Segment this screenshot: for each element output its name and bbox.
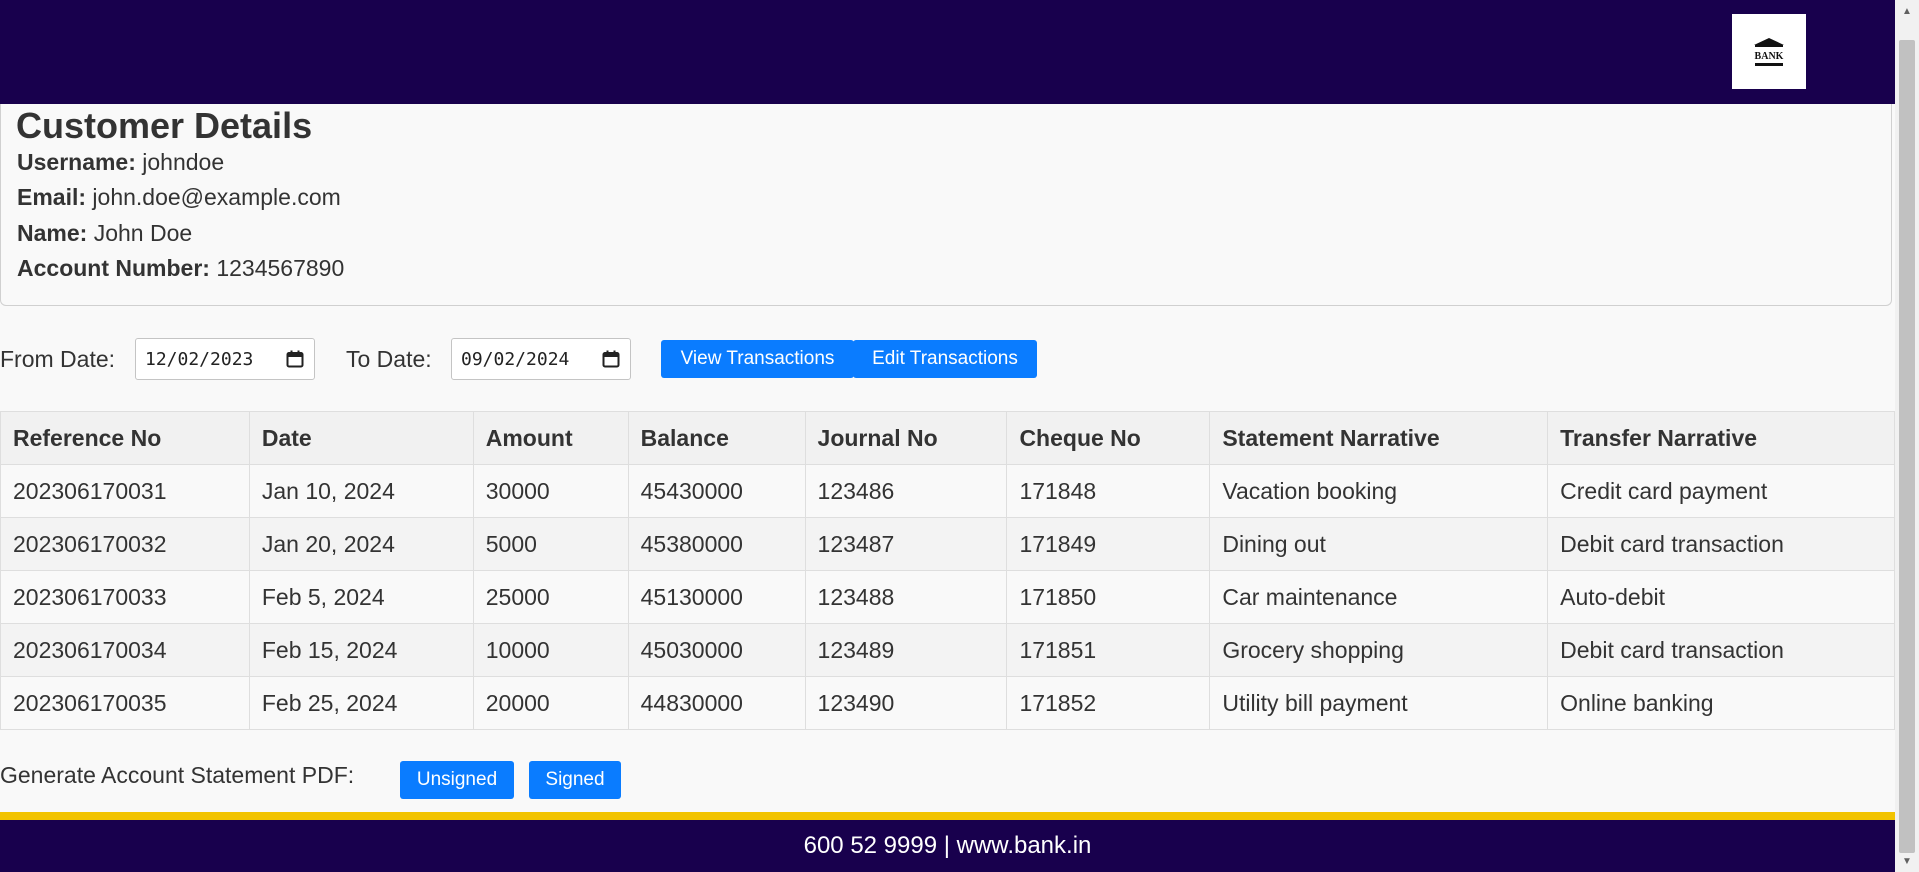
table-cell: Utility bill payment: [1209, 676, 1549, 730]
table-cell: 202306170032: [0, 517, 250, 571]
column-header: Journal No: [804, 411, 1008, 465]
table-cell: 123490: [804, 676, 1008, 730]
column-header: Transfer Narrative: [1547, 411, 1895, 465]
bank-building-icon: BANK: [1754, 37, 1784, 66]
table-row: 202306170034 Feb 15, 2024 10000 45030000…: [0, 623, 1895, 677]
column-header: Balance: [627, 411, 806, 465]
username-value: johndoe: [142, 149, 225, 175]
table-cell: 20000: [472, 676, 629, 730]
table-cell: 171850: [1006, 570, 1211, 624]
table-cell: 123486: [804, 464, 1008, 518]
username-line: Username: johndoe: [17, 148, 224, 176]
name-label: Name:: [17, 220, 88, 246]
table-row: 202306170031 Jan 10, 2024 30000 45430000…: [0, 464, 1895, 518]
table-cell: 171851: [1006, 623, 1211, 677]
top-header: BANK: [0, 0, 1895, 104]
pdf-generation-row: Generate Account Statement PDF: Unsigned…: [0, 759, 700, 799]
table-cell: Online banking: [1547, 676, 1895, 730]
calendar-icon[interactable]: [286, 350, 304, 368]
table-cell: Vacation booking: [1209, 464, 1549, 518]
email-line: Email: john.doe@example.com: [17, 183, 341, 211]
page: BANK Customer Details Username: johndoe …: [0, 0, 1895, 872]
to-date-value: 09/02/2024: [461, 348, 570, 370]
table-cell: 45380000: [627, 517, 806, 571]
to-date-label: To Date:: [346, 346, 432, 372]
account-number-label: Account Number:: [17, 255, 210, 281]
transactions-table: Reference No Date Amount Balance Journal…: [0, 411, 1895, 730]
vertical-scrollbar[interactable]: ▲ ▼: [1895, 0, 1919, 872]
table-cell: Feb 25, 2024: [248, 676, 474, 730]
table-cell: Feb 15, 2024: [248, 623, 474, 677]
view-transactions-button[interactable]: View Transactions: [661, 340, 854, 378]
to-date-input[interactable]: 09/02/2024: [451, 338, 631, 380]
username-label: Username:: [17, 149, 136, 175]
table-cell: 202306170034: [0, 623, 250, 677]
footer: 600 52 9999 | www.bank.in: [0, 820, 1895, 872]
table-cell: 10000: [472, 623, 629, 677]
table-cell: Car maintenance: [1209, 570, 1549, 624]
table-row: 202306170032 Jan 20, 2024 5000 45380000 …: [0, 517, 1895, 571]
table-cell: 123487: [804, 517, 1008, 571]
table-cell: Jan 20, 2024: [248, 517, 474, 571]
table-cell: Jan 10, 2024: [248, 464, 474, 518]
bank-logo[interactable]: BANK: [1732, 14, 1806, 89]
table-cell: 202306170031: [0, 464, 250, 518]
table-cell: 171848: [1006, 464, 1211, 518]
edit-transactions-button[interactable]: Edit Transactions: [853, 340, 1037, 378]
table-cell: 5000: [472, 517, 629, 571]
from-date-label: From Date:: [0, 346, 116, 372]
name-line: Name: John Doe: [17, 219, 192, 247]
scrollbar-thumb[interactable]: [1899, 40, 1915, 853]
calendar-icon[interactable]: [602, 350, 620, 368]
column-header: Date: [248, 411, 474, 465]
table-cell: 30000: [472, 464, 629, 518]
scroll-up-arrow-icon[interactable]: ▲: [1895, 2, 1919, 20]
table-cell: 44830000: [627, 676, 806, 730]
logo-text: BANK: [1755, 51, 1784, 62]
pdf-label: Generate Account Statement PDF:: [0, 762, 355, 788]
column-header: Reference No: [0, 411, 250, 465]
column-header: Amount: [472, 411, 629, 465]
unsigned-pdf-button[interactable]: Unsigned: [400, 761, 514, 799]
footer-accent-stripe: [0, 812, 1895, 820]
name-value: John Doe: [93, 220, 193, 246]
table-cell: Feb 5, 2024: [248, 570, 474, 624]
scroll-down-arrow-icon[interactable]: ▼: [1895, 852, 1919, 870]
from-date-value: 12/02/2023: [145, 348, 254, 370]
table-cell: 25000: [472, 570, 629, 624]
column-header: Statement Narrative: [1209, 411, 1549, 465]
customer-details-title: Customer Details: [16, 105, 313, 146]
table-cell: 123488: [804, 570, 1008, 624]
signed-pdf-button[interactable]: Signed: [529, 761, 621, 799]
table-row: 202306170035 Feb 25, 2024 20000 44830000…: [0, 676, 1895, 730]
table-row: 202306170033 Feb 5, 2024 25000 45130000 …: [0, 570, 1895, 624]
column-header: Cheque No: [1006, 411, 1211, 465]
table-header-row: Reference No Date Amount Balance Journal…: [0, 411, 1895, 465]
table-cell: Debit card transaction: [1547, 517, 1895, 571]
table-cell: Dining out: [1209, 517, 1549, 571]
footer-contact-text: 600 52 9999 | www.bank.in: [803, 832, 1092, 859]
table-cell: 202306170035: [0, 676, 250, 730]
table-cell: Credit card payment: [1547, 464, 1895, 518]
account-number-line: Account Number: 1234567890: [17, 254, 344, 282]
email-value: john.doe@example.com: [92, 184, 341, 210]
table-cell: 45430000: [627, 464, 806, 518]
table-cell: Debit card transaction: [1547, 623, 1895, 677]
table-cell: 45030000: [627, 623, 806, 677]
table-cell: 171852: [1006, 676, 1211, 730]
email-label: Email:: [17, 184, 87, 210]
date-filter-row: From Date: 12/02/2023 To Date: 09/02/202…: [0, 338, 1100, 380]
table-cell: 202306170033: [0, 570, 250, 624]
table-cell: 171849: [1006, 517, 1211, 571]
from-date-input[interactable]: 12/02/2023: [135, 338, 315, 380]
table-cell: Grocery shopping: [1209, 623, 1549, 677]
table-cell: Auto-debit: [1547, 570, 1895, 624]
table-cell: 45130000: [627, 570, 806, 624]
customer-details-card: Customer Details Username: johndoe Email…: [0, 104, 1892, 306]
account-number-value: 1234567890: [216, 255, 345, 281]
table-cell: 123489: [804, 623, 1008, 677]
